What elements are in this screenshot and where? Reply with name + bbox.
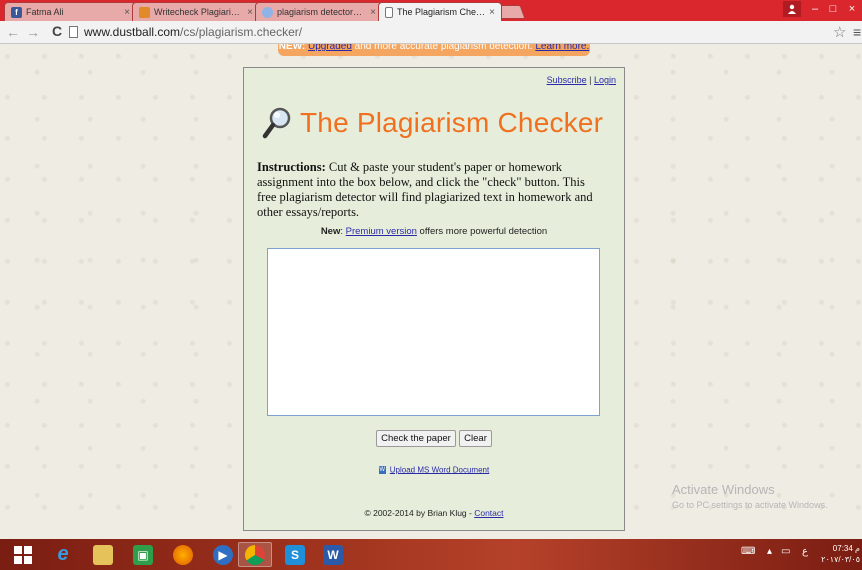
browser-title-bar: f Fatma Ali × Writecheck Plagiarism Che … bbox=[0, 0, 862, 21]
tab-close-icon[interactable]: × bbox=[247, 7, 253, 18]
taskbar-internet-explorer[interactable]: e bbox=[46, 542, 80, 567]
tab-close-icon[interactable]: × bbox=[370, 7, 376, 18]
page-icon bbox=[385, 6, 393, 18]
tab-label: Fatma Ali bbox=[26, 7, 64, 17]
magnifier-icon bbox=[262, 107, 291, 139]
paper-textarea[interactable] bbox=[267, 248, 600, 416]
browser-toolbar: ← → C www.dustball.com/cs/plagiarism.che… bbox=[0, 21, 862, 44]
media-player-icon: ▶ bbox=[213, 544, 233, 565]
facebook-icon: f bbox=[11, 6, 22, 18]
forward-arrow-icon[interactable]: → bbox=[26, 24, 40, 40]
contact-link[interactable]: Contact bbox=[474, 508, 503, 518]
language-indicator[interactable]: ع bbox=[802, 546, 808, 557]
tab-close-icon[interactable]: × bbox=[124, 7, 130, 18]
back-arrow-icon[interactable]: ← bbox=[6, 24, 20, 40]
menu-icon[interactable]: ≡ bbox=[853, 24, 861, 40]
taskbar-skype[interactable]: S bbox=[278, 542, 312, 567]
keyboard-icon[interactable]: ⌨ bbox=[741, 546, 755, 557]
instructions-label: Instructions: bbox=[257, 160, 326, 174]
maximize-button[interactable]: □ bbox=[823, 1, 843, 17]
upload-word-link[interactable]: Upload MS Word Document bbox=[390, 465, 489, 474]
taskbar-media[interactable]: ▶ bbox=[206, 542, 240, 567]
reload-icon[interactable]: C bbox=[52, 23, 62, 39]
checker-panel: Subscribe | Login The Plagiarism Checker… bbox=[243, 67, 625, 531]
announcement-banner: NEW: Upgraded and more accurate plagiari… bbox=[278, 44, 590, 56]
learn-more-link[interactable]: Learn more. bbox=[535, 44, 589, 52]
address-bar[interactable]: www.dustball.com/cs/plagiarism.checker/ bbox=[84, 25, 302, 39]
tab-label: Writecheck Plagiarism Che bbox=[154, 7, 243, 17]
page-title: The Plagiarism Checker bbox=[300, 107, 604, 138]
page-info-icon[interactable] bbox=[69, 26, 78, 38]
chrome-icon bbox=[245, 544, 265, 565]
user-icon[interactable] bbox=[783, 1, 801, 17]
url-domain: www.dustball.com bbox=[84, 25, 181, 39]
login-link[interactable]: Login bbox=[594, 75, 616, 85]
web-page: NEW: Upgraded and more accurate plagiari… bbox=[0, 44, 862, 539]
instructions-text: Instructions: Cut & paste your student's… bbox=[257, 160, 607, 220]
account-links: Subscribe | Login bbox=[547, 75, 616, 85]
copyright-text: © 2002-2014 by Brian Klug - bbox=[364, 508, 475, 518]
link-separator: | bbox=[586, 75, 594, 85]
tab-plagiarism-checker[interactable]: The Plagiarism Checker × bbox=[378, 2, 502, 21]
start-button[interactable] bbox=[6, 542, 40, 567]
tab-fatma-ali[interactable]: f Fatma Ali × bbox=[4, 2, 137, 21]
banner-new-label: NEW: bbox=[278, 44, 306, 52]
watermark-title: Activate Windows bbox=[672, 482, 775, 497]
premium-notice: New: Premium version offers more powerfu… bbox=[244, 226, 624, 237]
url-path: /cs/plagiarism.checker/ bbox=[180, 25, 303, 39]
premium-version-link[interactable]: Premium version bbox=[346, 226, 417, 237]
internet-explorer-icon: e bbox=[57, 543, 69, 565]
system-clock[interactable]: 07:34 م ٢٠١٧/٠٣/٠٥ bbox=[820, 543, 860, 565]
upgraded-link[interactable]: Upgraded bbox=[308, 44, 352, 52]
taskbar-file-explorer[interactable] bbox=[86, 542, 120, 567]
activate-windows-watermark: Activate Windows Go to PC settings to ac… bbox=[672, 482, 828, 510]
page-footer: © 2002-2014 by Brian Klug - Contact bbox=[244, 508, 624, 518]
taskbar-firefox[interactable] bbox=[166, 542, 200, 567]
word-icon: W bbox=[323, 544, 343, 565]
windows-taskbar: e ▣ ▶ S W ⌨ ▴ ▭ ع 07:34 م ٢٠١٧/٠٣/٠٥ bbox=[0, 539, 862, 570]
word-document-icon: W bbox=[378, 465, 386, 474]
tab-close-icon[interactable]: × bbox=[489, 7, 495, 18]
subscribe-link[interactable]: Subscribe bbox=[547, 75, 587, 85]
premium-text: offers more powerful detection bbox=[416, 226, 548, 237]
taskbar-chrome[interactable] bbox=[238, 542, 272, 567]
tab-label: plagiarism detectors - Doc bbox=[277, 7, 366, 17]
skype-icon: S bbox=[285, 544, 305, 565]
clear-button[interactable]: Clear bbox=[459, 430, 492, 447]
tab-label: The Plagiarism Checker bbox=[397, 7, 486, 17]
taskbar-store[interactable]: ▣ bbox=[126, 542, 160, 567]
windows-logo-icon bbox=[14, 545, 32, 564]
loading-icon bbox=[262, 6, 273, 18]
folder-icon bbox=[93, 544, 113, 565]
firefox-icon bbox=[173, 544, 193, 565]
check-paper-button[interactable]: Check the paper bbox=[376, 430, 456, 447]
watermark-subtitle: Go to PC settings to activate Windows. bbox=[672, 500, 828, 510]
notification-icon[interactable]: ▭ bbox=[781, 546, 790, 557]
tab-writecheck[interactable]: Writecheck Plagiarism Che × bbox=[132, 2, 260, 21]
tray-chevron-up-icon[interactable]: ▴ bbox=[767, 546, 772, 557]
clock-date: ٢٠١٧/٠٣/٠٥ bbox=[821, 555, 860, 564]
clock-time: 07:34 م bbox=[832, 544, 860, 553]
writecheck-icon bbox=[139, 6, 150, 18]
close-window-button[interactable]: × bbox=[842, 1, 862, 17]
upload-row: W Upload MS Word Document bbox=[244, 465, 624, 474]
tab-plagiarism-detectors[interactable]: plagiarism detectors - Doc × bbox=[255, 2, 383, 21]
store-icon: ▣ bbox=[133, 544, 153, 565]
bookmark-star-icon[interactable]: ☆ bbox=[833, 23, 846, 41]
minimize-button[interactable]: – bbox=[805, 1, 825, 17]
taskbar-word[interactable]: W bbox=[316, 542, 350, 567]
banner-text: and more accurate plagiarism detection. bbox=[351, 44, 536, 52]
action-buttons: Check the paper Clear bbox=[244, 430, 624, 447]
page-heading: The Plagiarism Checker bbox=[262, 106, 603, 140]
premium-new-label: New bbox=[320, 226, 341, 237]
